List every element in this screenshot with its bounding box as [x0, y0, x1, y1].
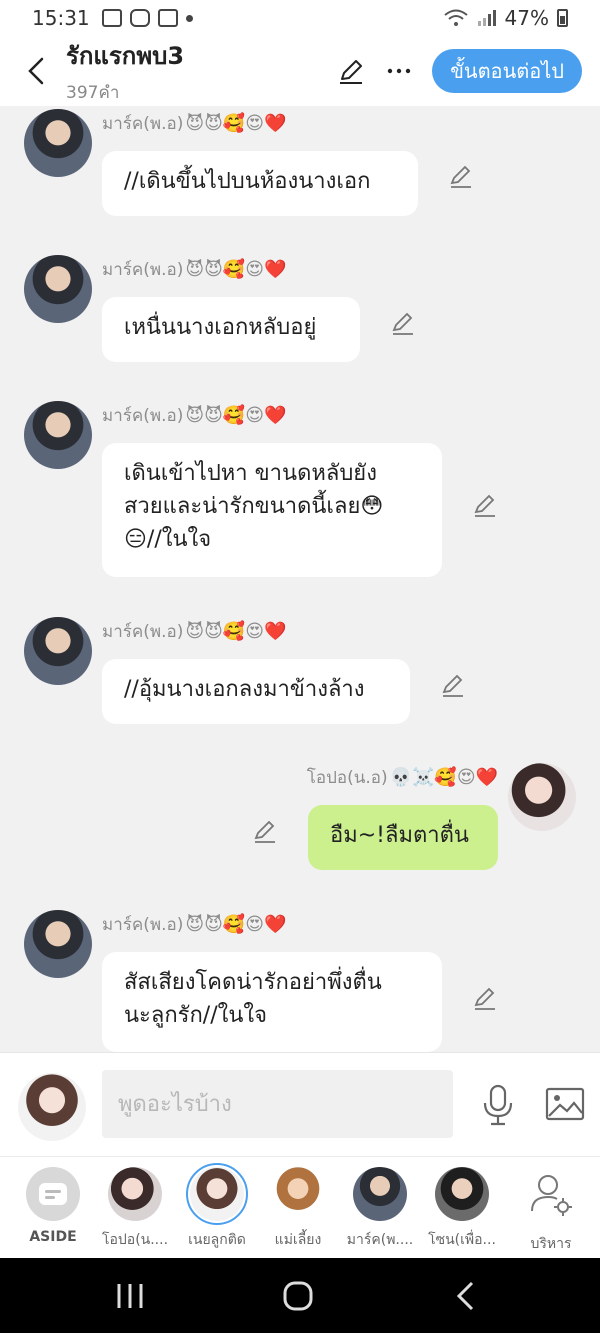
battery-percent: 47%: [504, 6, 549, 30]
avatar: [435, 1167, 489, 1221]
dot-icon: [185, 14, 193, 22]
pencil-icon[interactable]: [390, 310, 416, 336]
header-actions: ขั้นตอนต่อไป: [336, 49, 582, 93]
sender-name: มาร์ค(พ.อ) 😈😈🥰😍❤️: [102, 913, 287, 935]
system-nav-bar: [0, 1258, 600, 1333]
avatar: [271, 1167, 325, 1221]
recent-apps-icon[interactable]: [110, 1280, 150, 1312]
character-item[interactable]: โอปอ(น....: [95, 1167, 175, 1251]
avatar[interactable]: [24, 910, 92, 978]
chevron-left-icon: [28, 57, 44, 85]
sender-name: มาร์ค(พ.อ) 😈😈🥰😍❤️: [102, 258, 287, 280]
avatar[interactable]: [24, 109, 92, 177]
character-label: โอปอ(น....: [101, 1232, 169, 1248]
message-bubble[interactable]: เหนื่นนางเอกหลับอยู่: [102, 297, 360, 362]
character-item[interactable]: มาร์ค(พ....: [340, 1167, 420, 1251]
sender-emojis: 😈😈🥰😍❤️: [185, 913, 287, 935]
sender-name: โอปอ(น.อ) 💀☠️🥰😍❤️: [306, 766, 498, 788]
character-label: โซน(เพื่อ...: [428, 1232, 496, 1248]
next-step-button[interactable]: ขั้นตอนต่อไป: [432, 49, 582, 93]
character-label: บริหาร: [530, 1236, 572, 1252]
more-button[interactable]: [384, 56, 414, 86]
manage-characters-button[interactable]: บริหาร: [511, 1167, 591, 1255]
app-header: รักแรกพบ3 397คำ ขั้นตอนต่อไป: [0, 36, 600, 106]
page-title: รักแรกพบ3: [66, 42, 185, 70]
pencil-icon[interactable]: [472, 492, 498, 518]
word-count: 397คำ: [66, 83, 120, 103]
gallery-icon: [101, 9, 122, 27]
more-icon: [388, 68, 411, 74]
input-bar: [0, 1052, 600, 1156]
image-icon[interactable]: [544, 1083, 586, 1125]
avatar[interactable]: [508, 763, 576, 831]
status-time: 15:31: [32, 6, 90, 30]
pencil-icon[interactable]: [448, 163, 474, 189]
character-selector: ASIDE โอปอ(น.... เนยลูกติด แม่เลี้ยง มาร…: [0, 1156, 600, 1258]
character-item[interactable]: แม่เลี้ยง: [258, 1167, 338, 1251]
avatar: [108, 1167, 162, 1221]
home-icon[interactable]: [278, 1280, 318, 1312]
sender-emojis: 😈😈🥰😍❤️: [185, 620, 287, 642]
sender-name: มาร์ค(พ.อ) 😈😈🥰😍❤️: [102, 404, 287, 426]
avatar: [353, 1167, 407, 1221]
pencil-icon[interactable]: [252, 818, 278, 844]
title-block: รักแรกพบ3 397คำ: [66, 36, 184, 106]
pencil-icon[interactable]: [472, 985, 498, 1011]
signal-icon: [477, 10, 496, 26]
avatar[interactable]: [24, 401, 92, 469]
sender-emojis: 💀☠️🥰😍❤️: [389, 766, 498, 788]
back-button[interactable]: [18, 51, 54, 91]
current-character-avatar[interactable]: [18, 1073, 86, 1141]
status-notification-icons: [101, 9, 193, 27]
aside-icon: [26, 1167, 80, 1221]
wifi-icon: [443, 9, 468, 26]
avatar: [186, 1163, 248, 1225]
sender-name: มาร์ค(พ.อ) 😈😈🥰😍❤️: [102, 112, 287, 134]
sender-emojis: 😈😈🥰😍❤️: [185, 258, 287, 280]
message-bubble[interactable]: //อุ้มนางเอกลงมาข้างล้าง: [102, 659, 410, 724]
character-aside[interactable]: ASIDE: [13, 1167, 93, 1245]
character-item[interactable]: โซน(เพื่อ...: [422, 1167, 502, 1251]
message-bubble[interactable]: สัสเสียงโคดน่ารักอย่าพึ่งตื่น นะลูกรัก//…: [102, 952, 442, 1052]
avatar[interactable]: [24, 255, 92, 323]
sender-name: มาร์ค(พ.อ) 😈😈🥰😍❤️: [102, 620, 287, 642]
message-bubble[interactable]: เดินเข้าไปหา ขานดหลับยัง สวยและน่ารักขนา…: [102, 443, 442, 577]
pencil-icon: [340, 60, 363, 84]
edit-title-button[interactable]: [336, 56, 366, 86]
media-icon: [129, 9, 150, 27]
character-label: ASIDE: [29, 1229, 77, 1245]
status-bar: 15:31 47%: [0, 0, 600, 36]
battery-icon: [557, 9, 568, 27]
sender-emojis: 😈😈🥰😍❤️: [185, 112, 287, 134]
character-item[interactable]: เนยลูกติด: [177, 1163, 257, 1251]
back-nav-icon[interactable]: [446, 1280, 486, 1312]
character-label: เนยลูกติด: [188, 1232, 246, 1248]
sender-emojis: 😈😈🥰😍❤️: [185, 404, 287, 426]
message-bubble[interactable]: //เดินขึ้นไปบนห้องนางเอก: [102, 151, 418, 216]
user-settings-icon: [531, 1175, 572, 1216]
status-right: 47%: [443, 6, 568, 30]
character-label: มาร์ค(พ....: [346, 1232, 414, 1248]
record-icon: [157, 9, 178, 27]
pencil-icon[interactable]: [440, 672, 466, 698]
character-label: แม่เลี้ยง: [274, 1232, 322, 1248]
chat-area[interactable]: มาร์ค(พ.อ) 😈😈🥰😍❤️ //เดินขึ้นไปบนห้องนางเอ…: [0, 106, 600, 1052]
avatar[interactable]: [24, 617, 92, 685]
microphone-icon[interactable]: [478, 1083, 518, 1127]
message-bubble[interactable]: อืม~!ลืมตาตื่น: [308, 805, 498, 870]
message-input[interactable]: [102, 1070, 453, 1138]
